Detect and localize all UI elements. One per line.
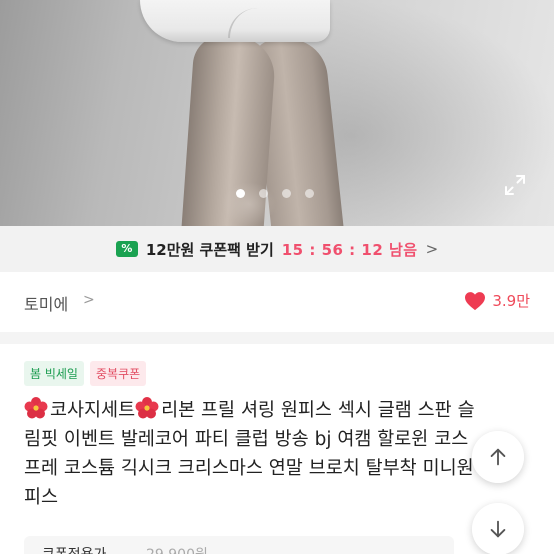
like-button[interactable]: 3.9만 [464, 290, 530, 311]
carousel-indicator [236, 189, 314, 198]
coupon-ticket-icon: % [115, 241, 138, 257]
hibiscus-icon [135, 397, 161, 419]
chevron-right-icon: > [425, 240, 439, 258]
carousel-dot-active[interactable] [236, 189, 245, 198]
product-title: 코사지세트 리본 프릴 셔링 원피스 섹시 글램 스판 슬림핏 이벤트 발레코어… [24, 396, 479, 512]
product-image-carousel[interactable] [0, 0, 554, 226]
coupon-pack-label: 12만원 쿠폰팩 받기 [145, 240, 274, 259]
like-count: 3.9만 [492, 292, 530, 310]
product-detail-page: % 12만원 쿠폰팩 받기 15 : 56 : 12 남음 > 토미에 > 3.… [0, 0, 554, 554]
carousel-dot[interactable] [305, 189, 314, 198]
coupon-icon-symbol: % [121, 242, 133, 255]
arrow-down-icon [490, 520, 506, 538]
shop-info-row: 토미에 > 3.9만 [0, 272, 554, 332]
coupon-price-value: 29,900원 [146, 544, 208, 554]
coupon-countdown-timer: 15 : 56 : 12 남음 [281, 240, 418, 259]
tag-duplicate-coupon: 중복쿠폰 [89, 361, 147, 386]
carousel-dot[interactable] [259, 189, 268, 198]
shop-name-link[interactable]: 토미에 [24, 291, 68, 315]
tag-spring-sale: 봄 빅세일 [24, 361, 84, 386]
heart-icon [465, 291, 486, 310]
carousel-dot[interactable] [282, 189, 291, 198]
product-title-prefix: 코사지세트 [50, 400, 136, 421]
promo-tags: 봄 빅세일 중복쿠폰 [24, 361, 147, 386]
hibiscus-icon [24, 397, 50, 419]
expand-fullscreen-icon[interactable] [503, 173, 527, 197]
arrow-up-icon [490, 448, 506, 466]
scroll-up-button[interactable] [472, 431, 524, 483]
chevron-right-icon: > [83, 292, 95, 308]
coupon-price-label: 쿠폰적용가 [42, 544, 106, 554]
scroll-down-button[interactable] [472, 503, 524, 554]
section-divider [0, 332, 554, 344]
coupon-pack-banner[interactable]: % 12만원 쿠폰팩 받기 15 : 56 : 12 남음 > [0, 226, 554, 272]
